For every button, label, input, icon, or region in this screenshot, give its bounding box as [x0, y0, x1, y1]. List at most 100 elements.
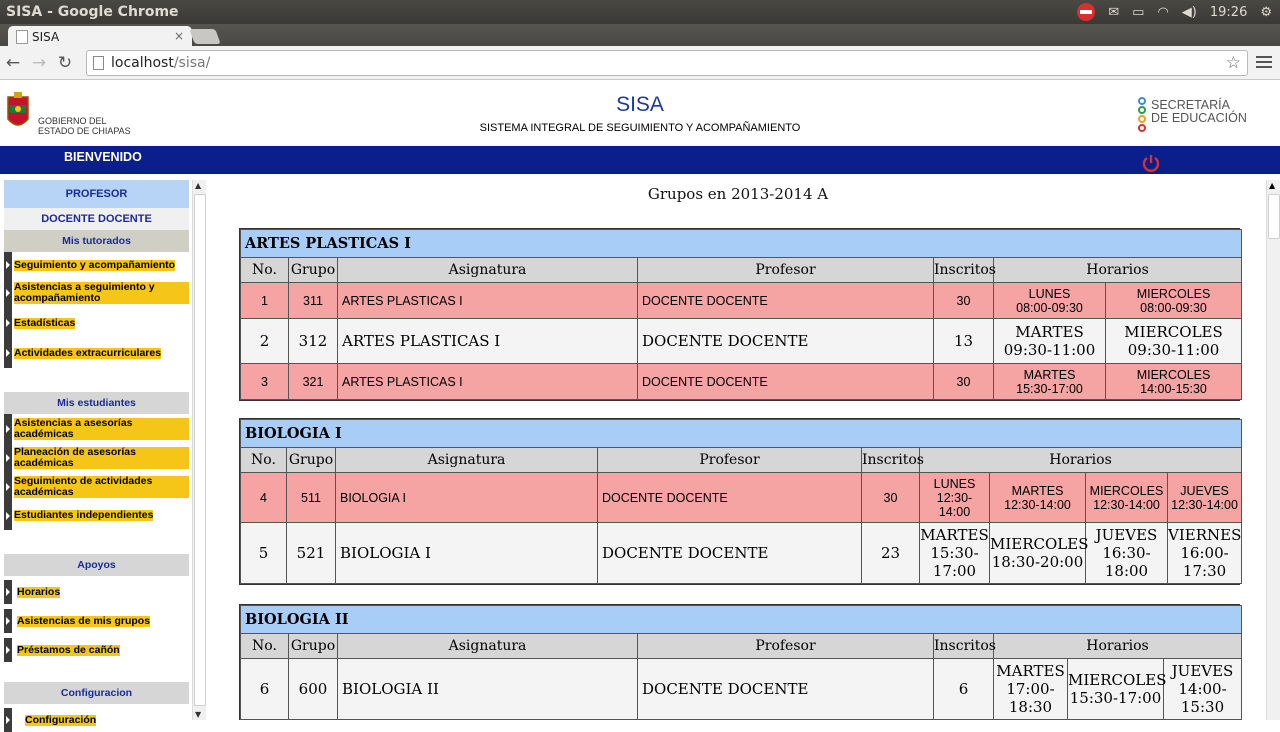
sidebar-item-asistencias-grupos[interactable]: Asistencias de mis grupos	[4, 609, 189, 633]
scroll-up-arrow-icon[interactable]: ▲	[195, 181, 201, 190]
schedule-cell: MIERCOLES 08:00-09:30	[1104, 282, 1243, 319]
sidebar-item-label: Planeación de asesorías académicas	[14, 446, 189, 469]
sidebar-item-configuracion[interactable]: Configuración	[4, 708, 189, 732]
row-inscritos: 13	[933, 318, 994, 364]
row-asignatura: ARTES PLASTICAS I	[337, 363, 638, 400]
col-asignatura: Asignatura	[335, 447, 598, 473]
address-bar[interactable]: localhost/sisa/ ☆	[86, 50, 1248, 76]
row-grupo: 521	[286, 522, 336, 584]
sidebar-item-label: Asistencias a asesorías académicas	[14, 417, 189, 440]
tab-strip: SISA ×	[0, 24, 1280, 48]
row-profesor: DOCENTE DOCENTE	[597, 472, 862, 523]
window-title: SISA - Google Chrome	[6, 4, 179, 20]
clock[interactable]: 19:26	[1210, 5, 1247, 20]
url-path: /sisa/	[173, 55, 211, 71]
sidebar-scroll-thumb[interactable]	[194, 194, 206, 706]
col-profesor: Profesor	[597, 447, 862, 473]
url-host: localhost	[111, 55, 174, 71]
main-content: Grupos en 2013-2014 A ARTES PLASTICAS I …	[206, 176, 1266, 720]
chrome-menu-icon[interactable]	[1256, 53, 1272, 69]
page-title: Grupos en 2013-2014 A	[647, 185, 829, 203]
back-arrow-icon[interactable]: ←	[0, 53, 26, 73]
row-no: 1	[240, 282, 289, 319]
row-grupo: 600	[288, 658, 338, 720]
row-no: 4	[240, 472, 287, 523]
welcome-bar: BIENVENIDO	[0, 146, 1280, 174]
sidebar-item-planeacion-asesorias[interactable]: Planeación de asesorías académicas	[4, 443, 189, 472]
sidebar-item-estudiantes-independientes[interactable]: Estudiantes independientes	[4, 501, 189, 530]
col-profesor: Profesor	[637, 633, 934, 659]
mail-icon[interactable]: ✉	[1108, 5, 1119, 20]
logout-power-icon[interactable]	[1141, 153, 1161, 173]
sidebar-item-horarios[interactable]: Horarios	[4, 580, 189, 604]
main-scroll-up-arrow-icon[interactable]: ▲	[1269, 181, 1275, 190]
sidebar-item-estadisticas[interactable]: Estadísticas	[4, 308, 189, 338]
bookmark-star-icon[interactable]: ☆	[1226, 53, 1241, 73]
do-not-disturb-icon[interactable]	[1077, 3, 1096, 21]
schedule-cell: MIERCOLES 12:30-14:00	[1085, 472, 1168, 523]
course-table-biologia-ii: BIOLOGIA II No. Grupo Asignatura Profeso…	[239, 604, 1243, 720]
table-row[interactable]: 2 312 ARTES PLASTICAS I DOCENTE DOCENTE …	[240, 318, 1243, 364]
tab-label: SISA	[32, 30, 60, 44]
secretaria-educacion-logo: SECRETARÍA DE EDUCACIÓN	[1138, 95, 1248, 135]
row-asignatura: ARTES PLASTICAS I	[337, 282, 638, 319]
table-row[interactable]: 6 600 BIOLOGIA II DOCENTE DOCENTE 6 MART…	[240, 658, 1243, 720]
sidebar-item-seguimiento-actividades[interactable]: Seguimiento de actividades académicas	[4, 472, 189, 501]
sep-line-2: DE EDUCACIÓN	[1151, 111, 1247, 125]
os-title-bar: SISA - Google Chrome ✉ ▭ ◠ ◀) 19:26 ⚙	[0, 0, 1280, 24]
sidebar-user: DOCENTE DOCENTE	[4, 208, 189, 230]
sidebar-item-label: Configuración	[25, 713, 97, 726]
main-scrollbar[interactable]: ▲	[1266, 180, 1280, 720]
row-grupo: 311	[288, 282, 338, 319]
sidebar-item-label: Actividades extracurriculares	[14, 346, 162, 359]
sidebar-item-asistencias-seguimiento[interactable]: Asistencias a seguimiento y acompañamien…	[4, 278, 189, 308]
row-asignatura: ARTES PLASTICAS I	[337, 318, 638, 364]
schedule-cell: JUEVES 12:30-14:00	[1166, 472, 1243, 523]
scroll-down-arrow-icon[interactable]: ▼	[195, 710, 201, 719]
col-grupo: Grupo	[286, 447, 336, 473]
sidebar-item-label: Estudiantes independientes	[14, 509, 154, 521]
row-profesor: DOCENTE DOCENTE	[637, 318, 934, 364]
table-row[interactable]: 5 521 BIOLOGIA I DOCENTE DOCENTE 23 MART…	[240, 522, 1243, 584]
table-row[interactable]: 3 321 ARTES PLASTICAS I DOCENTE DOCENTE …	[240, 363, 1243, 400]
sidebar-scrollbar[interactable]: ▲ ▼	[192, 180, 206, 720]
new-tab-button[interactable]	[189, 29, 221, 44]
battery-icon[interactable]: ▭	[1132, 5, 1144, 20]
volume-icon[interactable]: ◀)	[1182, 5, 1197, 20]
sidebar-item-label: Préstamos de cañón	[17, 643, 120, 656]
sidebar-item-label: Estadísticas	[14, 316, 76, 329]
settings-gear-icon[interactable]: ⚙	[1260, 5, 1272, 20]
main-scroll-thumb[interactable]	[1268, 194, 1280, 239]
sidebar-item-actividades-extracurriculares[interactable]: Actividades extracurriculares	[4, 338, 189, 368]
table-row[interactable]: 4 511 BIOLOGIA I DOCENTE DOCENTE 30 LUNE…	[240, 472, 1243, 523]
forward-arrow-icon[interactable]: →	[26, 53, 52, 73]
sidebar-item-label: Seguimiento y acompañamiento	[14, 258, 176, 271]
system-tray: ✉ ▭ ◠ ◀) 19:26 ⚙	[1077, 3, 1280, 21]
row-asignatura: BIOLOGIA II	[337, 658, 638, 720]
sidebar-item-label: Seguimiento de actividades académicas	[14, 475, 189, 498]
row-asignatura: BIOLOGIA I	[335, 472, 598, 523]
app-subtitle: SISTEMA INTEGRAL DE SEGUIMIENTO Y ACOMPA…	[479, 122, 801, 134]
schedule-cell: VIERNES 16:00- 17:30	[1166, 522, 1243, 584]
col-no: No.	[240, 447, 287, 473]
row-inscritos: 6	[933, 658, 994, 720]
tab-close-icon[interactable]: ×	[174, 29, 184, 43]
sidebar-item-seguimiento[interactable]: Seguimiento y acompañamiento	[4, 252, 189, 278]
table-row[interactable]: 1 311 ARTES PLASTICAS I DOCENTE DOCENTE …	[240, 282, 1243, 319]
row-no: 5	[240, 522, 287, 584]
row-inscritos: 30	[933, 282, 994, 319]
sidebar-section-apoyos: Apoyos	[4, 554, 189, 576]
row-inscritos: 30	[861, 472, 920, 523]
course-title: BIOLOGIA I	[239, 419, 1243, 448]
sidebar-section-estudiantes: Mis estudiantes	[4, 392, 189, 414]
schedule-cell: MIERCOLES 09:30-11:00	[1104, 318, 1243, 364]
sidebar-item-prestamos-canon[interactable]: Préstamos de cañón	[4, 638, 189, 662]
row-no: 2	[240, 318, 289, 364]
wifi-icon[interactable]: ◠	[1157, 5, 1168, 20]
row-profesor: DOCENTE DOCENTE	[597, 522, 862, 584]
sidebar-item-asistencias-asesorias[interactable]: Asistencias a asesorías académicas	[4, 414, 189, 443]
browser-tab-sisa[interactable]: SISA ×	[8, 26, 192, 48]
row-no: 6	[240, 658, 289, 720]
reload-icon[interactable]: ↻	[52, 53, 78, 73]
row-inscritos: 30	[933, 363, 994, 400]
